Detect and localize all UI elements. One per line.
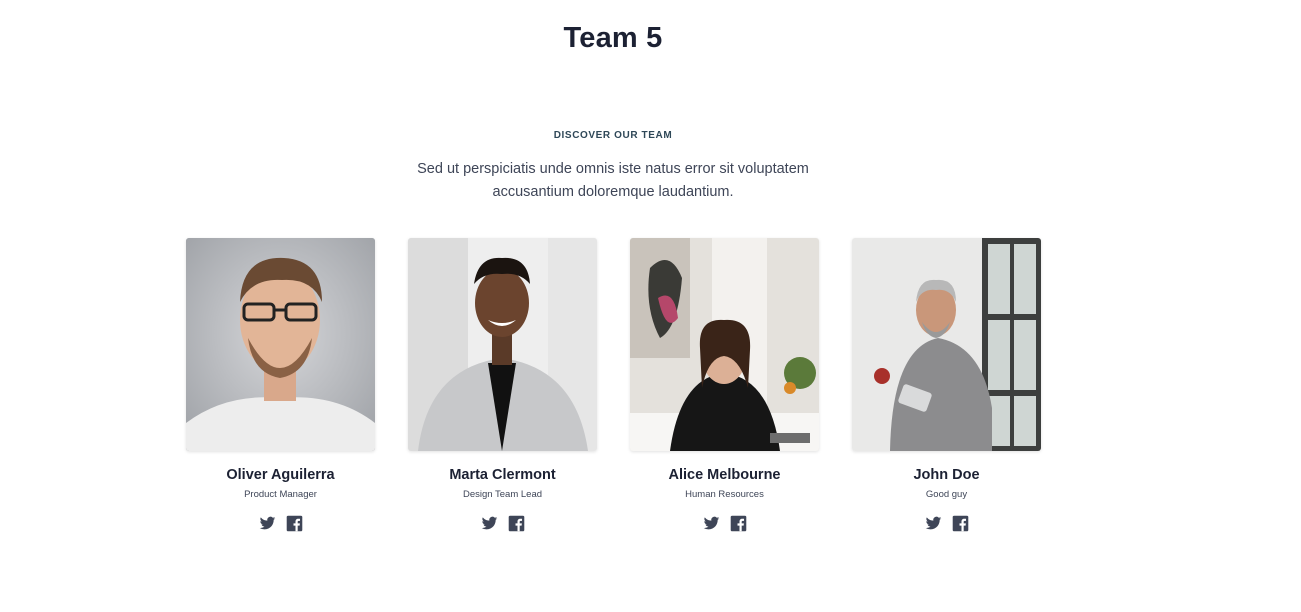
section-intro: Sed ut perspiciatis unde omnis iste natu… <box>400 158 826 204</box>
facebook-icon[interactable] <box>730 515 747 532</box>
facebook-icon[interactable] <box>508 515 525 532</box>
team-member-role: Product Manager <box>244 489 317 500</box>
team-grid: Oliver Aguilerra Product Manager Marta C… <box>186 238 1041 532</box>
twitter-icon[interactable] <box>481 515 498 532</box>
social-links <box>481 515 525 532</box>
team-member-name: Marta Clermont <box>449 467 556 483</box>
section-eyebrow: DISCOVER OUR TEAM <box>553 130 673 141</box>
intro-line-1: Sed ut perspiciatis unde omnis iste natu… <box>417 161 809 177</box>
intro-line-2: accusantium doloremque laudantium. <box>492 184 734 200</box>
team-member-name: Alice Melbourne <box>668 467 781 483</box>
team-member-role: Human Resources <box>685 489 764 500</box>
social-links <box>925 515 969 532</box>
team-member-photo <box>852 238 1041 451</box>
team-member-name: John Doe <box>913 467 980 483</box>
facebook-icon[interactable] <box>952 515 969 532</box>
team-card: Alice Melbourne Human Resources <box>630 238 819 532</box>
team-card: John Doe Good guy <box>852 238 1041 532</box>
team-member-photo <box>408 238 597 451</box>
twitter-icon[interactable] <box>259 515 276 532</box>
team-member-role: Design Team Lead <box>462 489 543 500</box>
team-member-photo <box>630 238 819 451</box>
team-card: Oliver Aguilerra Product Manager <box>186 238 375 532</box>
page-title: Team 5 <box>563 22 663 54</box>
social-links <box>259 515 303 532</box>
team-page: Team 5 DISCOVER OUR TEAM Sed ut perspici… <box>0 0 1301 612</box>
team-member-photo <box>186 238 375 451</box>
team-member-name: Oliver Aguilerra <box>226 467 335 483</box>
team-card: Marta Clermont Design Team Lead <box>408 238 597 532</box>
facebook-icon[interactable] <box>286 515 303 532</box>
twitter-icon[interactable] <box>925 515 942 532</box>
social-links <box>703 515 747 532</box>
team-member-role: Good guy <box>925 489 968 500</box>
twitter-icon[interactable] <box>703 515 720 532</box>
